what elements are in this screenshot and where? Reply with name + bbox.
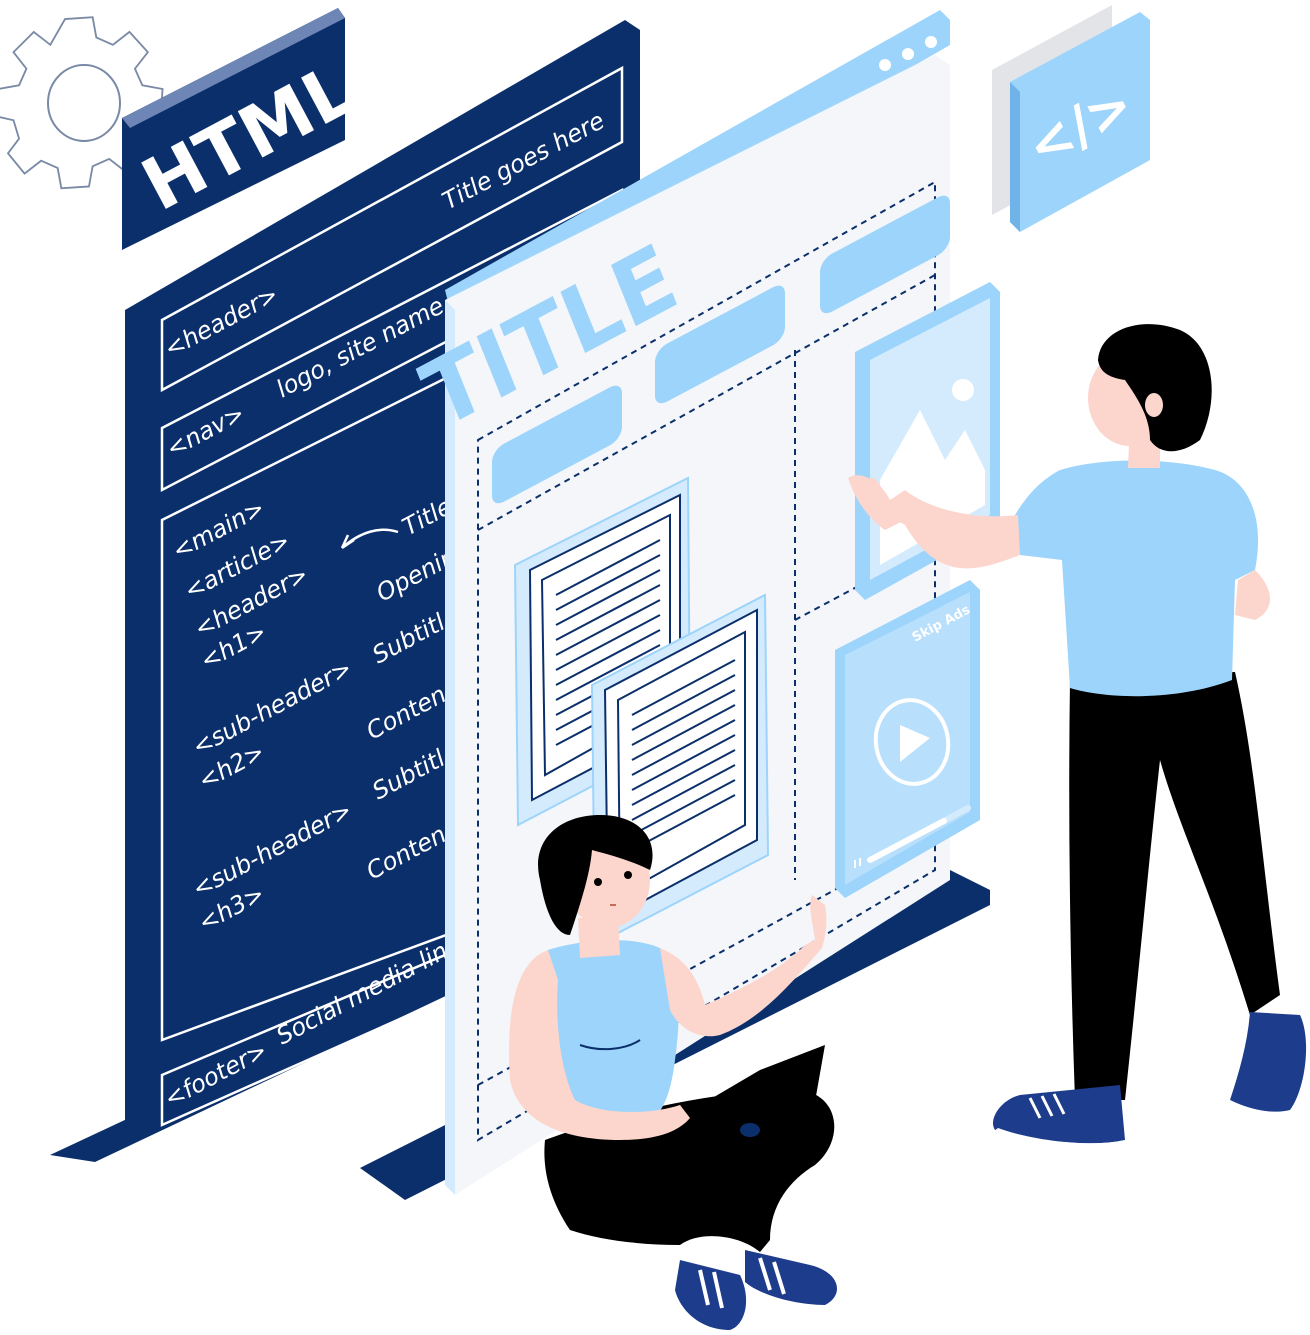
shoe-icon: [675, 1260, 747, 1330]
code-badge: </>: [992, 5, 1150, 232]
illustration: <header> logo, site name, <nav> Title go…: [0, 5, 1307, 1330]
shoe-icon: [1230, 1012, 1307, 1112]
shoe-icon: [745, 1250, 837, 1305]
